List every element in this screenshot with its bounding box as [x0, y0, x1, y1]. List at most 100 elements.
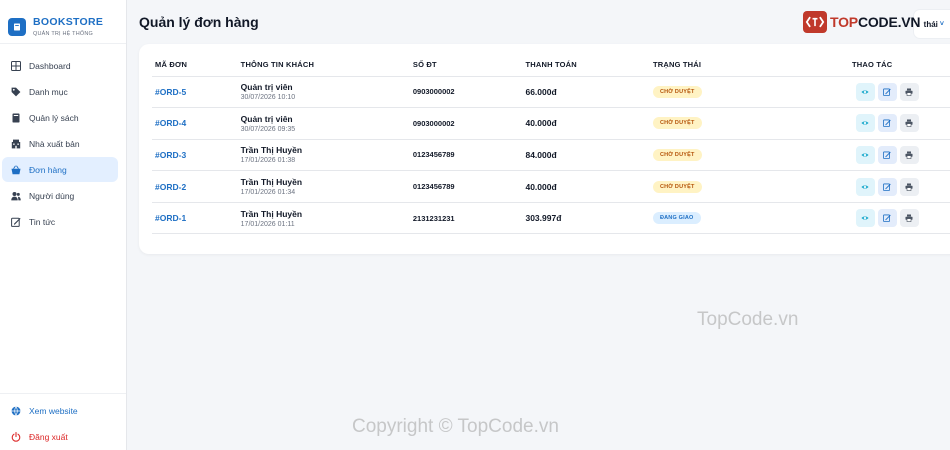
- brand-subtitle: QUẢN TRỊ HỆ THỐNG: [33, 31, 94, 37]
- row-actions: [792, 145, 950, 164]
- topcode-logo-icon: [803, 11, 827, 33]
- order-total: 84.000đ: [525, 149, 557, 160]
- sidebar-item-label: Danh mục: [29, 86, 68, 97]
- power-icon: [10, 432, 21, 443]
- print-order-button[interactable]: [899, 177, 919, 196]
- sidebar-item-publishers[interactable]: Nhà xuất bản: [2, 131, 118, 156]
- chevron-down-icon: ˅: [939, 20, 944, 28]
- book-icon: [10, 112, 21, 123]
- customer-phone: 0123456789: [412, 150, 455, 160]
- order-id-link[interactable]: #ORD-2: [155, 182, 186, 192]
- col-header-id: MÃ ĐƠN: [152, 54, 241, 77]
- sidebar-item-label: Dashboard: [29, 60, 71, 71]
- order-total: 303.997đ: [525, 213, 562, 224]
- order-time: 30/07/2026 10:10: [240, 94, 296, 102]
- globe-icon: [10, 406, 21, 417]
- brand[interactable]: BOOKSTORE QUẢN TRỊ HỆ THỐNG: [0, 0, 126, 44]
- status-badge: CHỜ DUYỆT: [652, 180, 702, 193]
- order-total: 40.000đ: [525, 181, 557, 192]
- sidebar-item-dashboard[interactable]: Dashboard: [2, 53, 118, 78]
- edit-order-button[interactable]: [877, 114, 897, 133]
- printer-icon: [905, 119, 913, 128]
- sidebar-item-news[interactable]: Tin tức: [2, 209, 118, 234]
- sidebar-item-label: Đơn hàng: [29, 164, 67, 175]
- news-icon: [10, 216, 21, 227]
- order-time: 30/07/2026 09:35: [240, 125, 296, 133]
- row-actions: [792, 177, 950, 196]
- row-actions: [792, 82, 950, 101]
- order-id-link[interactable]: #ORD-5: [155, 87, 186, 97]
- table-row: #ORD-1 Trần Thị Huyền 17/01/2026 01:11 2…: [152, 202, 950, 235]
- eye-icon: [861, 121, 869, 126]
- sidebar-bottom: Xem website Đăng xuất: [0, 393, 126, 450]
- print-order-button[interactable]: [899, 82, 919, 101]
- users-icon: [10, 190, 21, 201]
- view-order-button[interactable]: [855, 177, 875, 196]
- order-time: 17/01/2026 01:34: [240, 189, 296, 197]
- print-order-button[interactable]: [899, 209, 919, 228]
- row-actions: [792, 114, 950, 133]
- customer-name: Trần Thị Huyền: [240, 177, 303, 188]
- topcode-logo: TOPCODE.VN: [803, 11, 921, 33]
- col-header-payment: THANH TOÁN: [525, 54, 653, 77]
- row-actions: [792, 209, 950, 228]
- sidebar-item-label: Quản lý sách: [29, 112, 79, 123]
- view-website-label: Xem website: [29, 406, 78, 416]
- order-id-link[interactable]: #ORD-4: [155, 118, 186, 128]
- edit-icon: [883, 214, 891, 223]
- sidebar-item-books[interactable]: Quản lý sách: [2, 105, 118, 130]
- order-time: 17/01/2026 01:38: [240, 157, 296, 165]
- sidebar: BOOKSTORE QUẢN TRỊ HỆ THỐNG Dashboard Da…: [0, 0, 127, 450]
- printer-icon: [905, 214, 913, 223]
- dashboard-icon: [10, 60, 21, 71]
- order-total: 66.000đ: [525, 86, 557, 97]
- book-logo-icon: [8, 17, 26, 36]
- customer-name: Trần Thị Huyền: [240, 208, 303, 219]
- edit-order-button[interactable]: [877, 82, 897, 101]
- sidebar-item-label: Tin tức: [29, 216, 56, 227]
- col-header-actions: THAO TÁC: [792, 54, 950, 77]
- copyright-watermark: Copyright © TopCode.vn: [352, 416, 559, 437]
- col-header-customer: THÔNG TIN KHÁCH: [240, 54, 413, 77]
- edit-order-button[interactable]: [877, 209, 897, 228]
- customer-phone: 0903000002: [412, 87, 455, 97]
- edit-icon: [883, 183, 891, 191]
- printer-icon: [905, 88, 913, 96]
- watermark-text: TopCode.vn: [697, 309, 799, 330]
- view-order-button[interactable]: [855, 114, 875, 133]
- edit-icon: [883, 151, 891, 159]
- sidebar-item-categories[interactable]: Danh mục: [2, 79, 118, 104]
- orders-table: MÃ ĐƠN THÔNG TIN KHÁCH SỐ ĐT THANH TOÁN …: [152, 54, 950, 235]
- status-badge: ĐANG GIAO: [652, 212, 701, 225]
- logout-label: Đăng xuất: [29, 432, 68, 442]
- view-order-button[interactable]: [855, 145, 875, 164]
- topcode-logo-text: TOPCODE.VN: [830, 14, 921, 30]
- print-order-button[interactable]: [899, 114, 919, 133]
- print-order-button[interactable]: [899, 145, 919, 164]
- table-header-row: MÃ ĐƠN THÔNG TIN KHÁCH SỐ ĐT THANH TOÁN …: [152, 54, 950, 77]
- status-badge: CHỜ DUYỆT: [652, 148, 702, 161]
- eye-icon: [861, 90, 869, 94]
- col-header-phone: SỐ ĐT: [412, 54, 526, 77]
- status-badge: CHỜ DUYỆT: [652, 117, 702, 130]
- view-order-button[interactable]: [855, 209, 875, 228]
- orders-card: MÃ ĐƠN THÔNG TIN KHÁCH SỐ ĐT THANH TOÁN …: [139, 44, 950, 254]
- order-id-link[interactable]: #ORD-3: [155, 150, 186, 160]
- eye-icon: [861, 184, 869, 189]
- order-id-link[interactable]: #ORD-1: [155, 213, 186, 223]
- sidebar-item-orders[interactable]: Đơn hàng: [2, 157, 118, 182]
- building-icon: [10, 138, 21, 149]
- customer-phone: 0123456789: [412, 182, 455, 192]
- view-order-button[interactable]: [855, 82, 875, 101]
- page-title: Quản lý đơn hàng: [139, 14, 259, 30]
- edit-order-button[interactable]: [877, 145, 897, 164]
- edit-order-button[interactable]: [877, 177, 897, 196]
- edit-icon: [883, 88, 891, 96]
- sidebar-item-users[interactable]: Người dùng: [2, 183, 118, 208]
- eye-icon: [861, 216, 869, 220]
- table-row: #ORD-2 Trần Thị Huyền 17/01/2026 01:34 0…: [152, 170, 950, 203]
- table-row: #ORD-3 Trần Thị Huyền 17/01/2026 01:38 0…: [152, 139, 950, 172]
- logout-button[interactable]: Đăng xuất: [0, 424, 126, 450]
- status-badge: CHỜ DUYỆT: [652, 85, 702, 98]
- view-website-link[interactable]: Xem website: [0, 398, 126, 424]
